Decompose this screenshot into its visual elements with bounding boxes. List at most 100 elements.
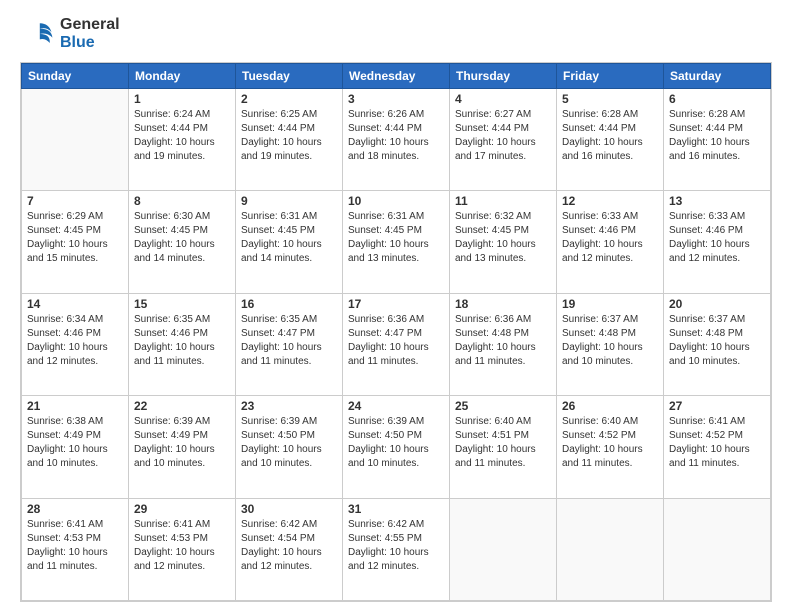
calendar-cell: 13 Sunrise: 6:33 AM Sunset: 4:46 PM Dayli… bbox=[664, 191, 771, 293]
day-info: Sunrise: 6:36 AM Sunset: 4:47 PM Dayligh… bbox=[348, 313, 444, 369]
day-info: Sunrise: 6:40 AM Sunset: 4:51 PM Dayligh… bbox=[455, 415, 551, 471]
day-number: 29 bbox=[134, 502, 230, 516]
header-cell-thursday: Thursday bbox=[450, 64, 557, 89]
header-cell-saturday: Saturday bbox=[664, 64, 771, 89]
day-number: 30 bbox=[241, 502, 337, 516]
logo-icon bbox=[20, 16, 56, 52]
day-number: 17 bbox=[348, 297, 444, 311]
calendar-cell: 23Sunrise: 6:39 AM Sunset: 4:50 PM Dayli… bbox=[236, 396, 343, 498]
day-info: Sunrise: 6:30 AM Sunset: 4:45 PM Dayligh… bbox=[134, 210, 230, 266]
day-info: Sunrise: 6:41 AM Sunset: 4:53 PM Dayligh… bbox=[27, 518, 123, 574]
day-info: Sunrise: 6:42 AM Sunset: 4:54 PM Dayligh… bbox=[241, 518, 337, 574]
calendar-cell: 26Sunrise: 6:40 AM Sunset: 4:52 PM Dayli… bbox=[557, 396, 664, 498]
calendar-week-2: 14 Sunrise: 6:34 AM Sunset: 4:46 PM Dayli… bbox=[22, 293, 771, 395]
day-info: Sunrise: 6:40 AM Sunset: 4:52 PM Dayligh… bbox=[562, 415, 658, 471]
day-number: 6 bbox=[669, 92, 765, 106]
day-info: Sunrise: 6:37 AM Sunset: 4:48 PM Dayligh… bbox=[669, 313, 765, 369]
calendar-cell: 1 Sunrise: 6:24 AM Sunset: 4:44 PM Daylig… bbox=[129, 89, 236, 191]
logo: General Blue bbox=[20, 16, 120, 52]
day-number: 11 bbox=[455, 194, 551, 208]
calendar-week-4: 28 Sunrise: 6:41 AM Sunset: 4:53 PM Dayli… bbox=[22, 498, 771, 600]
day-number: 2 bbox=[241, 92, 337, 106]
day-number: 21 bbox=[27, 399, 123, 413]
calendar-cell: 15Sunrise: 6:35 AM Sunset: 4:46 PM Dayli… bbox=[129, 293, 236, 395]
day-number: 1 bbox=[134, 92, 230, 106]
day-number: 10 bbox=[348, 194, 444, 208]
calendar-cell bbox=[664, 498, 771, 600]
day-info: Sunrise: 6:28 AM Sunset: 4:44 PM Dayligh… bbox=[669, 108, 765, 164]
calendar-cell: 12Sunrise: 6:33 AM Sunset: 4:46 PM Dayli… bbox=[557, 191, 664, 293]
calendar-cell: 4 Sunrise: 6:27 AM Sunset: 4:44 PM Daylig… bbox=[450, 89, 557, 191]
logo-text: General Blue bbox=[60, 16, 120, 52]
day-info: Sunrise: 6:39 AM Sunset: 4:50 PM Dayligh… bbox=[348, 415, 444, 471]
day-number: 31 bbox=[348, 502, 444, 516]
day-number: 14 bbox=[27, 297, 123, 311]
calendar-cell: 3Sunrise: 6:26 AM Sunset: 4:44 PM Daylig… bbox=[343, 89, 450, 191]
day-info: Sunrise: 6:31 AM Sunset: 4:45 PM Dayligh… bbox=[348, 210, 444, 266]
day-number: 22 bbox=[134, 399, 230, 413]
calendar-cell: 16Sunrise: 6:35 AM Sunset: 4:47 PM Dayli… bbox=[236, 293, 343, 395]
calendar-cell: 7Sunrise: 6:29 AM Sunset: 4:45 PM Daylig… bbox=[22, 191, 129, 293]
day-number: 28 bbox=[27, 502, 123, 516]
day-number: 25 bbox=[455, 399, 551, 413]
day-number: 24 bbox=[348, 399, 444, 413]
day-info: Sunrise: 6:33 AM Sunset: 4:46 PM Dayligh… bbox=[669, 210, 765, 266]
day-info: Sunrise: 6:27 AM Sunset: 4:44 PM Dayligh… bbox=[455, 108, 551, 164]
day-number: 27 bbox=[669, 399, 765, 413]
day-number: 12 bbox=[562, 194, 658, 208]
calendar-cell: 24 Sunrise: 6:39 AM Sunset: 4:50 PM Dayli… bbox=[343, 396, 450, 498]
calendar-cell: 2Sunrise: 6:25 AM Sunset: 4:44 PM Daylig… bbox=[236, 89, 343, 191]
day-info: Sunrise: 6:37 AM Sunset: 4:48 PM Dayligh… bbox=[562, 313, 658, 369]
calendar: SundayMondayTuesdayWednesdayThursdayFrid… bbox=[20, 62, 772, 602]
calendar-cell bbox=[450, 498, 557, 600]
calendar-cell: 29 Sunrise: 6:41 AM Sunset: 4:53 PM Dayli… bbox=[129, 498, 236, 600]
calendar-cell: 5Sunrise: 6:28 AM Sunset: 4:44 PM Daylig… bbox=[557, 89, 664, 191]
day-number: 23 bbox=[241, 399, 337, 413]
header: General Blue bbox=[20, 16, 772, 52]
calendar-cell: 30 Sunrise: 6:42 AM Sunset: 4:54 PM Dayli… bbox=[236, 498, 343, 600]
day-info: Sunrise: 6:38 AM Sunset: 4:49 PM Dayligh… bbox=[27, 415, 123, 471]
calendar-cell: 27Sunrise: 6:41 AM Sunset: 4:52 PM Dayli… bbox=[664, 396, 771, 498]
calendar-cell: 20 Sunrise: 6:37 AM Sunset: 4:48 PM Dayli… bbox=[664, 293, 771, 395]
day-info: Sunrise: 6:34 AM Sunset: 4:46 PM Dayligh… bbox=[27, 313, 123, 369]
day-info: Sunrise: 6:36 AM Sunset: 4:48 PM Dayligh… bbox=[455, 313, 551, 369]
day-number: 8 bbox=[134, 194, 230, 208]
calendar-cell: 22Sunrise: 6:39 AM Sunset: 4:49 PM Dayli… bbox=[129, 396, 236, 498]
calendar-cell: 8 Sunrise: 6:30 AM Sunset: 4:45 PM Daylig… bbox=[129, 191, 236, 293]
day-number: 20 bbox=[669, 297, 765, 311]
day-number: 15 bbox=[134, 297, 230, 311]
calendar-cell bbox=[557, 498, 664, 600]
calendar-cell: 31 Sunrise: 6:42 AM Sunset: 4:55 PM Dayli… bbox=[343, 498, 450, 600]
header-cell-friday: Friday bbox=[557, 64, 664, 89]
calendar-week-0: 1 Sunrise: 6:24 AM Sunset: 4:44 PM Daylig… bbox=[22, 89, 771, 191]
calendar-table: SundayMondayTuesdayWednesdayThursdayFrid… bbox=[21, 63, 771, 601]
calendar-cell: 10 Sunrise: 6:31 AM Sunset: 4:45 PM Dayli… bbox=[343, 191, 450, 293]
calendar-cell: 18 Sunrise: 6:36 AM Sunset: 4:48 PM Dayli… bbox=[450, 293, 557, 395]
day-info: Sunrise: 6:24 AM Sunset: 4:44 PM Dayligh… bbox=[134, 108, 230, 164]
calendar-cell bbox=[22, 89, 129, 191]
day-info: Sunrise: 6:41 AM Sunset: 4:53 PM Dayligh… bbox=[134, 518, 230, 574]
day-info: Sunrise: 6:31 AM Sunset: 4:45 PM Dayligh… bbox=[241, 210, 337, 266]
calendar-cell: 28 Sunrise: 6:41 AM Sunset: 4:53 PM Dayli… bbox=[22, 498, 129, 600]
page: General Blue SundayMondayTuesdayWednesda… bbox=[0, 0, 792, 612]
header-cell-wednesday: Wednesday bbox=[343, 64, 450, 89]
calendar-cell: 17 Sunrise: 6:36 AM Sunset: 4:47 PM Dayli… bbox=[343, 293, 450, 395]
calendar-cell: 14 Sunrise: 6:34 AM Sunset: 4:46 PM Dayli… bbox=[22, 293, 129, 395]
day-number: 9 bbox=[241, 194, 337, 208]
header-cell-monday: Monday bbox=[129, 64, 236, 89]
day-info: Sunrise: 6:42 AM Sunset: 4:55 PM Dayligh… bbox=[348, 518, 444, 574]
calendar-cell: 9 Sunrise: 6:31 AM Sunset: 4:45 PM Daylig… bbox=[236, 191, 343, 293]
day-info: Sunrise: 6:28 AM Sunset: 4:44 PM Dayligh… bbox=[562, 108, 658, 164]
day-number: 16 bbox=[241, 297, 337, 311]
calendar-body: 1 Sunrise: 6:24 AM Sunset: 4:44 PM Daylig… bbox=[22, 89, 771, 601]
day-number: 19 bbox=[562, 297, 658, 311]
day-number: 13 bbox=[669, 194, 765, 208]
calendar-week-3: 21 Sunrise: 6:38 AM Sunset: 4:49 PM Dayli… bbox=[22, 396, 771, 498]
calendar-header: SundayMondayTuesdayWednesdayThursdayFrid… bbox=[22, 64, 771, 89]
header-cell-tuesday: Tuesday bbox=[236, 64, 343, 89]
header-cell-sunday: Sunday bbox=[22, 64, 129, 89]
day-info: Sunrise: 6:29 AM Sunset: 4:45 PM Dayligh… bbox=[27, 210, 123, 266]
day-number: 4 bbox=[455, 92, 551, 106]
calendar-cell: 25 Sunrise: 6:40 AM Sunset: 4:51 PM Dayli… bbox=[450, 396, 557, 498]
day-number: 18 bbox=[455, 297, 551, 311]
